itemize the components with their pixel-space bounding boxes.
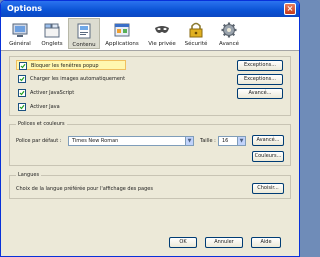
check-icon (19, 76, 25, 82)
general-icon (12, 23, 28, 37)
fonts-group-title: Polices et couleurs (16, 120, 67, 128)
content-group: Bloquer les fenêtres popup Exceptions...… (9, 56, 291, 116)
enable-java-checkbox[interactable] (18, 103, 26, 111)
security-lock-icon (189, 22, 203, 38)
font-size-select[interactable]: 16 ▼ (218, 136, 246, 146)
tab-advanced-label: Avancé (219, 41, 239, 47)
tab-applications[interactable]: Applications (102, 18, 142, 49)
chevron-down-icon[interactable]: ▼ (185, 137, 193, 145)
options-window: Options × Général Onglets Contenu Applic… (0, 0, 300, 257)
privacy-mask-icon (155, 26, 169, 33)
applications-icon (114, 23, 130, 37)
check-icon (20, 63, 26, 69)
ok-button[interactable]: OK (169, 237, 197, 248)
title-bar[interactable]: Options × (1, 1, 299, 17)
languages-group-title: Langues (16, 171, 42, 179)
colors-button[interactable]: Couleurs... (252, 151, 284, 162)
enable-java-label: Activer Java (30, 104, 60, 110)
check-icon (19, 90, 25, 96)
default-font-label: Police par défaut : (16, 138, 62, 144)
block-popups-checkbox[interactable] (19, 62, 27, 70)
chevron-down-icon[interactable]: ▼ (237, 137, 245, 145)
tab-general[interactable]: Général (5, 18, 35, 49)
block-popups-label: Bloquer les fenêtres popup (31, 63, 99, 69)
load-images-label: Charger les images automatiquement (30, 76, 126, 82)
window-title: Options (7, 4, 43, 13)
tab-security[interactable]: Sécurité (181, 18, 211, 49)
help-button[interactable]: Aide (251, 237, 281, 248)
default-font-value: Times New Roman (72, 138, 119, 144)
images-exceptions-button[interactable]: Exceptions... (237, 74, 283, 85)
fonts-colors-group: Polices et couleurs Police par défaut : … (9, 120, 291, 166)
enable-javascript-checkbox[interactable] (18, 89, 26, 97)
tabs-icon (44, 23, 60, 38)
tab-applications-label: Applications (105, 41, 139, 47)
tab-content[interactable]: Contenu (68, 18, 100, 49)
check-icon (19, 104, 25, 110)
tab-advanced[interactable]: Avancé (214, 18, 244, 49)
load-images-checkbox[interactable] (18, 75, 26, 83)
font-size-label: Taille : (200, 138, 216, 144)
tab-tabs-label: Onglets (41, 41, 63, 47)
enable-javascript-label: Activer JavaScript (30, 90, 75, 96)
tab-privacy-label: Vie privée (148, 41, 176, 47)
tab-general-label: Général (9, 41, 31, 47)
enable-javascript-row[interactable]: Activer JavaScript (16, 88, 116, 98)
content-icon (77, 23, 91, 39)
tab-privacy[interactable]: Vie privée (145, 18, 179, 49)
enable-java-row[interactable]: Activer Java (16, 102, 86, 112)
advanced-gear-icon (221, 22, 237, 38)
languages-group: Langues Choix de la langue préférée pour… (9, 171, 291, 199)
cancel-button[interactable]: Annuler (205, 237, 243, 248)
block-popups-row[interactable]: Bloquer les fenêtres popup (16, 60, 126, 70)
choose-language-button[interactable]: Choisir... (252, 183, 284, 194)
tab-security-label: Sécurité (184, 41, 208, 47)
languages-description: Choix de la langue préférée pour l'affic… (16, 186, 153, 192)
tab-content-label: Contenu (72, 42, 96, 48)
popup-exceptions-button[interactable]: Exceptions... (237, 60, 283, 71)
javascript-advanced-button[interactable]: Avancé... (237, 88, 283, 99)
load-images-row[interactable]: Charger les images automatiquement (16, 74, 166, 84)
options-toolbar: Général Onglets Contenu Applications Vie… (1, 17, 299, 51)
font-size-value: 16 (222, 138, 229, 144)
default-font-select[interactable]: Times New Roman ▼ (68, 136, 194, 146)
tab-tabs[interactable]: Onglets (37, 18, 67, 49)
close-button[interactable]: × (284, 3, 296, 15)
fonts-advanced-button[interactable]: Avancé... (252, 135, 284, 146)
